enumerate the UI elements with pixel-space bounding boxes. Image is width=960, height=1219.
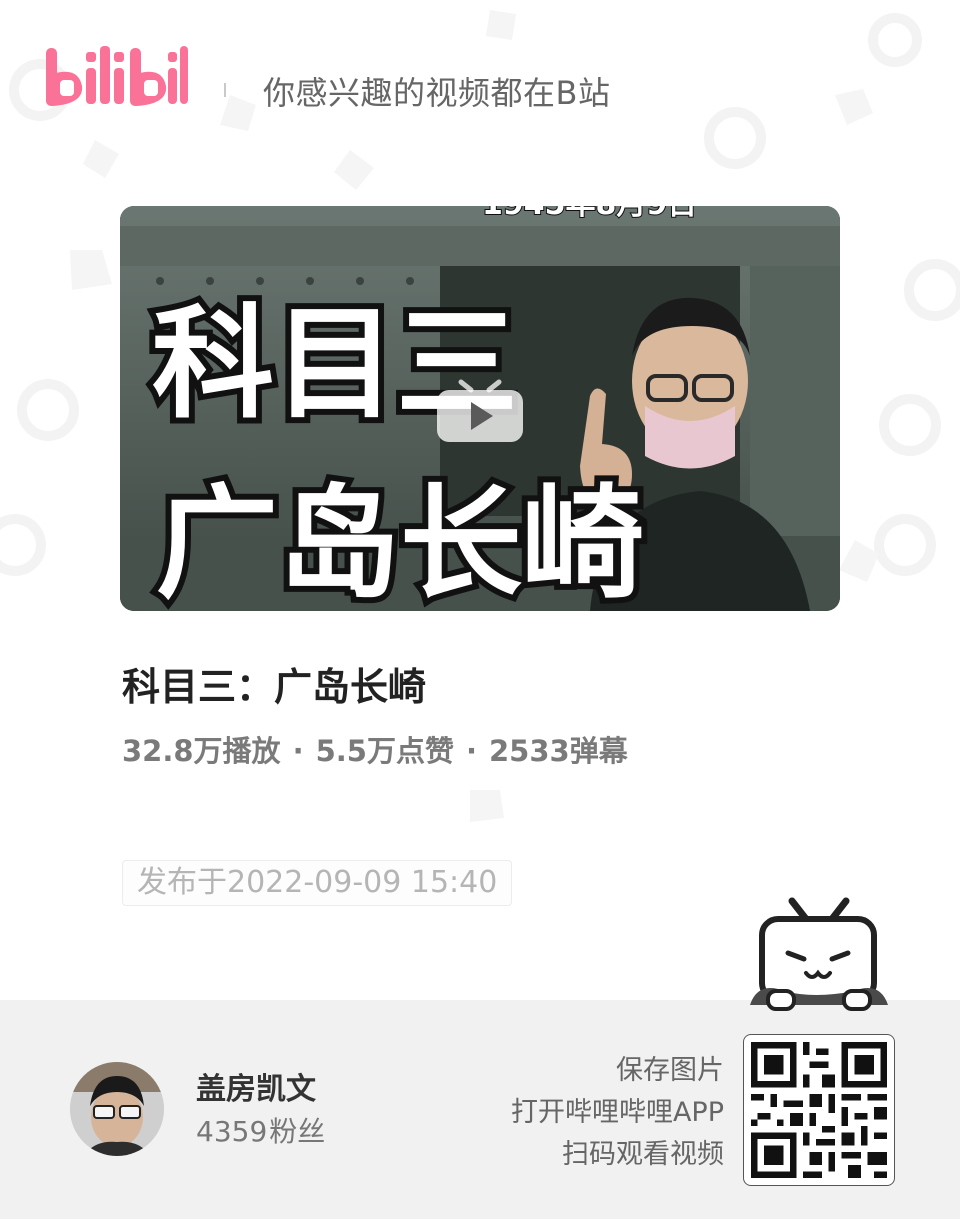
stats-separator: · [465,734,477,768]
video-cover[interactable]: 1945年8月9日 科目三 广岛长崎 [120,206,840,611]
bilibili-tv-mascot-icon [750,897,888,1011]
qr-hint-open-app: 打开哔哩哔哩APP [510,1097,724,1128]
uploader-name[interactable]: 盖房凯文 [196,1064,316,1108]
qr-hint-text: 保存图片 打开哔哩哔哩APP 扫码观看视频 [511,1050,724,1176]
qr-code-icon [751,1042,887,1178]
header-divider [224,83,226,97]
video-title: 科目三：广岛长崎 [122,665,427,709]
cover-text-line2: 广岛长崎 [156,473,644,611]
play-icon[interactable] [435,378,525,444]
avatar[interactable] [70,1062,164,1156]
danmaku-count: 2533弹幕 [489,734,628,768]
bilibili-logo[interactable] [44,40,189,112]
qr-code [743,1034,895,1186]
video-stats: 32.8万播放 · 5.5万点赞 · 2533弹幕 [122,728,628,770]
play-count: 32.8万播放 [122,734,281,768]
svg-text:1945年8月9日: 1945年8月9日 [482,206,697,222]
qr-hint-save: 保存图片 [616,1055,724,1086]
fans-count: 4359粉丝 [196,1110,325,1150]
publish-time: 发布于2022-09-09 15:40 [122,860,513,906]
slogan: 你感兴趣的视频都在B站 [263,74,611,112]
fans-number: 4359 [196,1115,268,1148]
qr-hint-scan: 扫码观看视频 [562,1139,724,1170]
fans-label: 粉丝 [269,1115,326,1148]
like-count: 5.5万点赞 [315,734,454,768]
stats-separator: · [292,734,304,768]
header: 你感兴趣的视频都在B站 [0,0,960,180]
